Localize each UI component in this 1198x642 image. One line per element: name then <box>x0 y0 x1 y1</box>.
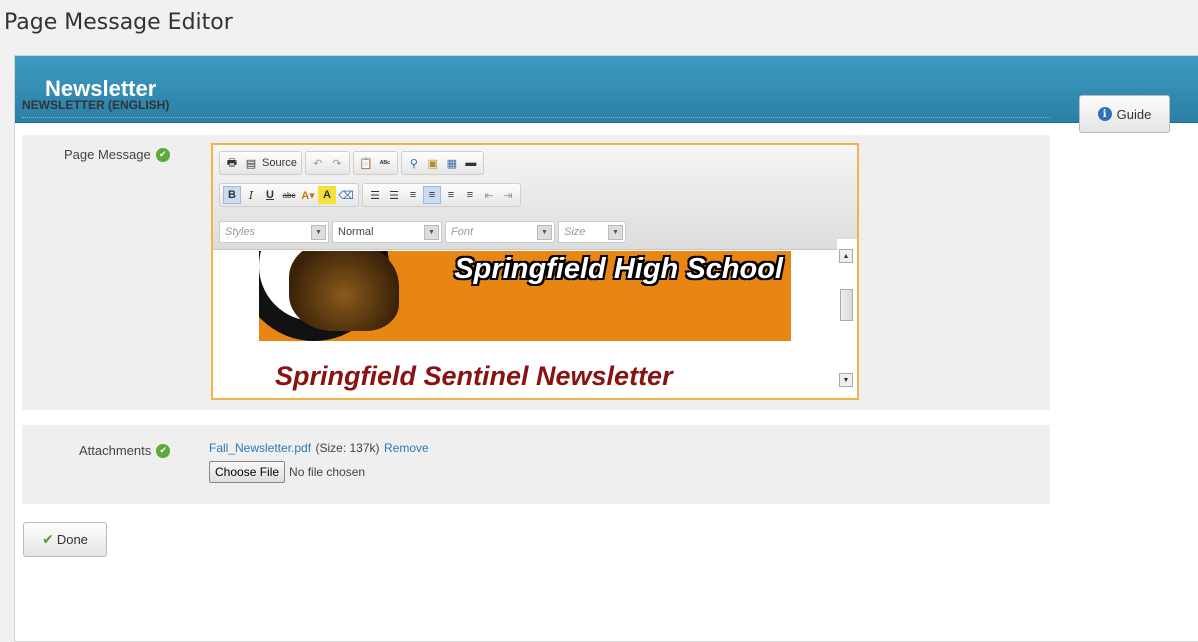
choose-file-button[interactable]: Choose File <box>209 461 286 483</box>
align-left-icon[interactable]: ≡ <box>404 186 422 204</box>
chevron-down-icon: ▼ <box>424 224 439 240</box>
strikethrough-icon[interactable]: abc <box>280 186 298 204</box>
underline-icon[interactable]: U <box>261 186 279 204</box>
toolbar-group-history: ↶ ↷ <box>304 151 350 175</box>
scroll-up-icon[interactable]: ▲ <box>839 249 853 263</box>
no-file-chosen-text: No file chosen <box>289 465 366 479</box>
outdent-icon[interactable]: ⇤ <box>480 186 498 204</box>
redo-icon[interactable]: ↷ <box>328 154 346 172</box>
remove-attachment-link[interactable]: Remove <box>384 441 429 455</box>
page-message-row: Page Message ✔ 🖶 ▤ Source ↶ ↷ 📋 ᴬᴮᶜ ⚲ ▣ … <box>22 135 1050 410</box>
italic-icon[interactable]: I <box>242 186 260 204</box>
check-circle-icon: ✔ <box>155 147 170 162</box>
check-circle-icon: ✔ <box>156 443 171 458</box>
font-placeholder: Font <box>451 226 474 238</box>
styles-dropdown[interactable]: Styles ▼ <box>219 221 329 243</box>
rich-text-editor[interactable]: 🖶 ▤ Source ↶ ↷ 📋 ᴬᴮᶜ ⚲ ▣ ▦ ▬ B I U abc A… <box>211 143 859 400</box>
table-icon[interactable]: ▦ <box>443 154 461 172</box>
section-divider <box>22 117 1050 118</box>
text-color-icon[interactable]: A▾ <box>299 186 317 204</box>
font-dropdown[interactable]: Font ▼ <box>445 221 555 243</box>
print-icon[interactable]: 🖶 <box>223 154 241 172</box>
checkmark-icon: ✔ <box>42 531 54 547</box>
attachment-file-size: (Size: 137k) <box>315 441 380 455</box>
source-icon[interactable]: ▤ <box>242 154 260 172</box>
done-button[interactable]: ✔ Done <box>23 522 107 557</box>
format-value: Normal <box>338 226 374 238</box>
done-label: Done <box>56 532 88 547</box>
toolbar-group-format: B I U abc A▾ A ⌫ <box>219 183 359 207</box>
panel-header: Newsletter <box>15 56 1198 123</box>
numbered-list-icon[interactable]: ☰ <box>366 186 384 204</box>
attachment-file-line: Fall_Newsletter.pdf (Size: 137k) Remove <box>209 439 429 457</box>
toolbar-group-clipboard: 📋 ᴬᴮᶜ <box>352 151 398 175</box>
editor-toolbar: 🖶 ▤ Source ↶ ↷ 📋 ᴬᴮᶜ ⚲ ▣ ▦ ▬ B I U abc A… <box>213 145 857 250</box>
editor-scrollbar[interactable]: ▲ ▼ <box>837 239 857 398</box>
scroll-thumb[interactable] <box>840 289 853 321</box>
guide-label: Guide <box>1116 106 1152 122</box>
editor-content[interactable]: Springfield High School Springfield Sent… <box>213 251 837 398</box>
newsletter-heading: Springfield Sentinel Newsletter <box>275 361 673 391</box>
attachments-label: Attachments <box>79 443 152 458</box>
banner-school-name: Springfield High School <box>454 253 783 285</box>
toolbar-row-1: 🖶 ▤ Source ↶ ↷ 📋 ᴬᴮᶜ ⚲ ▣ ▦ ▬ <box>219 151 484 175</box>
indent-icon[interactable]: ⇥ <box>499 186 517 204</box>
image-icon[interactable]: ▣ <box>424 154 442 172</box>
size-dropdown[interactable]: Size ▼ <box>558 221 626 243</box>
attachment-file-link[interactable]: Fall_Newsletter.pdf <box>209 441 311 455</box>
scroll-down-icon[interactable]: ▼ <box>839 373 853 387</box>
section-title: NEWSLETTER (ENGLISH) <box>22 98 170 112</box>
toolbar-group-paragraph: ☰ ☰ ≡ ≡ ≡ ≡ ⇤ ⇥ <box>362 183 521 207</box>
chevron-down-icon: ▼ <box>537 224 552 240</box>
page-title: Page Message Editor <box>4 10 233 35</box>
format-dropdown[interactable]: Normal ▼ <box>332 221 442 243</box>
tiger-mascot <box>289 251 399 331</box>
link-icon[interactable]: ⚲ <box>405 154 423 172</box>
source-button[interactable]: Source <box>261 154 298 172</box>
toolbar-group-insert: ⚲ ▣ ▦ ▬ <box>400 151 484 175</box>
styles-placeholder: Styles <box>225 226 255 238</box>
panel-title: Newsletter <box>45 76 157 101</box>
chevron-down-icon: ▼ <box>608 224 623 240</box>
align-center-icon[interactable]: ≡ <box>423 186 441 204</box>
info-icon: i <box>1097 107 1112 121</box>
bulleted-list-icon[interactable]: ☰ <box>385 186 403 204</box>
file-input: Choose File No file chosen <box>209 461 365 483</box>
chevron-down-icon: ▼ <box>311 224 326 240</box>
size-placeholder: Size <box>564 226 586 238</box>
background-color-icon[interactable]: A <box>318 186 336 204</box>
attachments-row: Attachments ✔ Fall_Newsletter.pdf (Size:… <box>22 425 1050 504</box>
paste-icon[interactable]: 📋 <box>357 154 375 172</box>
school-banner-image: Springfield High School <box>259 251 791 341</box>
page-message-label-wrap: Page Message ✔ <box>64 147 170 162</box>
toolbar-row-3: Styles ▼ Normal ▼ Font ▼ Size ▼ <box>219 221 626 243</box>
attachments-label-wrap: Attachments ✔ <box>79 443 171 458</box>
eraser-icon[interactable]: ⌫ <box>337 186 355 204</box>
toolbar-row-2: B I U abc A▾ A ⌫ ☰ ☰ ≡ ≡ ≡ ≡ ⇤ ⇥ <box>219 183 521 207</box>
undo-icon[interactable]: ↶ <box>309 154 327 172</box>
spellcheck-icon[interactable]: ᴬᴮᶜ <box>376 154 394 172</box>
bold-icon[interactable]: B <box>223 186 241 204</box>
guide-button[interactable]: i Guide <box>1079 95 1170 133</box>
horizontal-rule-icon[interactable]: ▬ <box>462 154 480 172</box>
align-right-icon[interactable]: ≡ <box>442 186 460 204</box>
toolbar-group-document: 🖶 ▤ Source <box>219 151 302 175</box>
align-justify-icon[interactable]: ≡ <box>461 186 479 204</box>
page-message-label: Page Message <box>64 147 151 162</box>
